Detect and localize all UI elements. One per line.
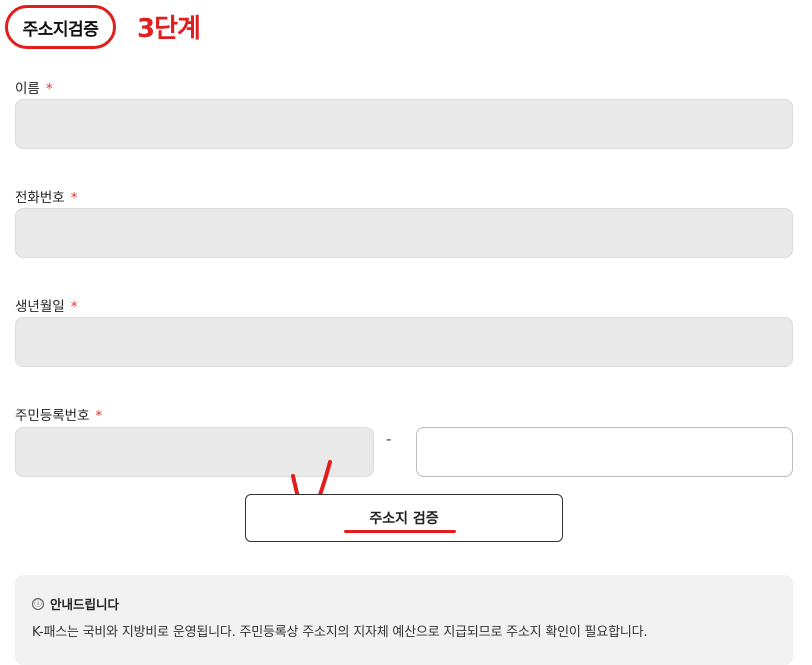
required-mark: * bbox=[45, 81, 53, 97]
required-mark: * bbox=[70, 190, 78, 206]
page-title-circled: 주소지검증 bbox=[5, 5, 116, 49]
required-mark: * bbox=[95, 408, 103, 424]
notice-box: ⓘ 안내드립니다 K-패스는 국비와 지방비로 운영됩니다. 주민등록상 주소지… bbox=[15, 575, 793, 665]
rrn-separator: - bbox=[386, 430, 392, 448]
verify-address-button-label: 주소지 검증 bbox=[369, 511, 439, 527]
info-icon: ⓘ bbox=[32, 597, 44, 610]
step-annotation: 3단계 bbox=[137, 14, 201, 44]
rrn-label: 주민등록번호 * bbox=[15, 404, 102, 424]
notice-body: K-패스는 국비와 지방비로 운영됩니다. 주민등록상 주소지의 지자체 예산으… bbox=[32, 625, 648, 640]
name-label-text: 이름 bbox=[15, 81, 40, 97]
verify-address-button[interactable]: 주소지 검증 bbox=[245, 494, 563, 542]
rrn-back-field[interactable] bbox=[416, 427, 793, 477]
phone-label-text: 전화번호 bbox=[15, 190, 65, 206]
name-label: 이름 * bbox=[15, 77, 53, 97]
notice-title: ⓘ 안내드립니다 bbox=[32, 594, 119, 613]
birth-label-text: 생년월일 bbox=[15, 299, 65, 315]
name-field[interactable] bbox=[15, 99, 793, 149]
underline-annotation bbox=[344, 530, 456, 533]
phone-label: 전화번호 * bbox=[15, 186, 77, 206]
rrn-label-text: 주민등록번호 bbox=[15, 408, 90, 424]
birth-label: 생년월일 * bbox=[15, 295, 77, 315]
required-mark: * bbox=[70, 299, 78, 315]
page-title: 주소지검증 bbox=[22, 19, 99, 40]
phone-field[interactable] bbox=[15, 208, 793, 258]
birthdate-field[interactable] bbox=[15, 317, 793, 367]
notice-title-text: 안내드립니다 bbox=[50, 597, 120, 612]
